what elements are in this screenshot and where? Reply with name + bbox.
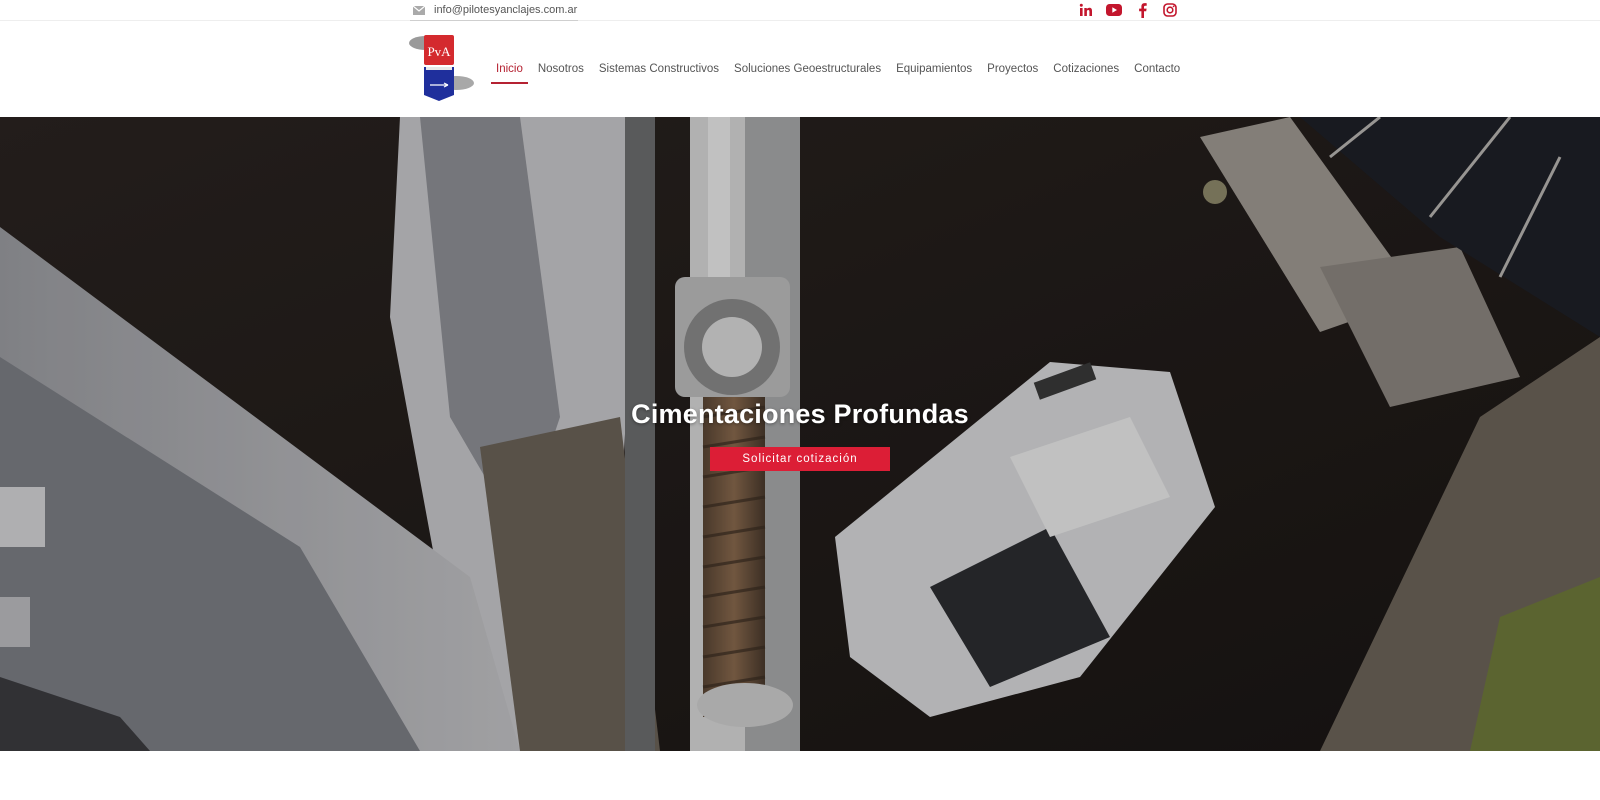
nav-proyectos[interactable]: Proyectos — [982, 57, 1043, 81]
youtube-icon[interactable] — [1106, 2, 1122, 18]
top-bar: info@pilotesyanclajes.com.ar — [0, 0, 1600, 21]
page-content-area — [0, 751, 1600, 800]
nav-equipamientos[interactable]: Equipamientos — [891, 57, 977, 81]
nav-inicio[interactable]: Inicio — [491, 57, 528, 84]
hero-overlay — [0, 117, 1600, 751]
request-quote-button[interactable]: Solicitar cotización — [710, 447, 890, 471]
email-text: info@pilotesyanclajes.com.ar — [434, 4, 578, 16]
nav-contacto[interactable]: Contacto — [1129, 57, 1185, 81]
linkedin-icon[interactable] — [1078, 2, 1094, 18]
nav-nosotros[interactable]: Nosotros — [533, 57, 589, 81]
logo[interactable]: PvA — [408, 33, 476, 101]
contact-email[interactable]: info@pilotesyanclajes.com.ar — [410, 0, 578, 21]
social-links — [1078, 1, 1178, 19]
instagram-icon[interactable] — [1162, 2, 1178, 18]
facebook-icon[interactable] — [1134, 2, 1150, 18]
hero-title: Cimentaciones Profundas — [631, 399, 969, 429]
nav-soluciones-geoestructurales[interactable]: Soluciones Geoestructurales — [729, 57, 886, 81]
hero-banner: Cimentaciones Profundas Solicitar cotiza… — [0, 117, 1600, 751]
nav-sistemas-constructivos[interactable]: Sistemas Constructivos — [594, 57, 724, 81]
envelope-icon — [413, 5, 425, 15]
site-header: PvA Inicio Nosotros Sistemas Constructiv… — [0, 21, 1600, 117]
main-nav: Inicio Nosotros Sistemas Constructivos S… — [491, 21, 1190, 117]
nav-cotizaciones[interactable]: Cotizaciones — [1048, 57, 1124, 81]
logo-text: PvA — [427, 44, 451, 59]
